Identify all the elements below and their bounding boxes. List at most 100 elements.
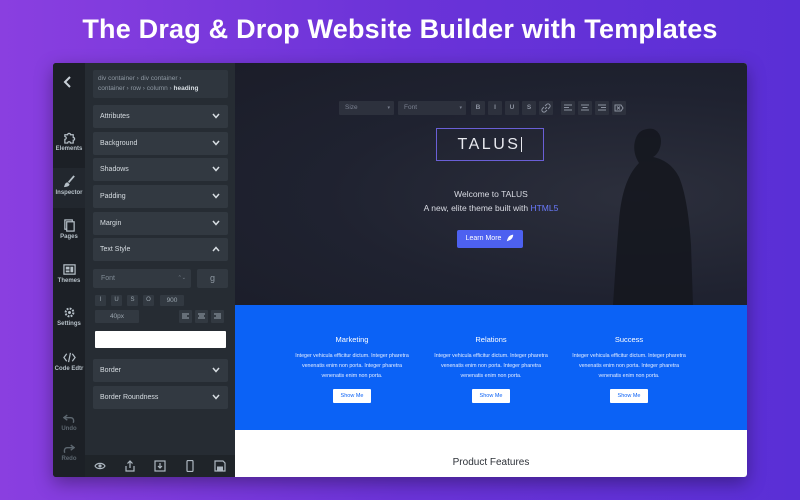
align-right-icon (214, 313, 221, 319)
font-select-canvas[interactable]: Font ▾ (398, 101, 466, 115)
size-select-label: Size (345, 104, 358, 111)
section-padding[interactable]: Padding (93, 185, 228, 208)
rail-code-editor[interactable]: Code Edtr (53, 351, 85, 372)
italic-button-canvas[interactable]: I (488, 101, 502, 115)
align-center-button-canvas[interactable] (578, 101, 592, 115)
section-shadows-label: Shadows (100, 166, 129, 173)
show-me-button[interactable]: Show Me (472, 389, 510, 403)
learn-more-button[interactable]: Learn More (457, 230, 523, 248)
link-icon (541, 103, 551, 113)
outline-button[interactable]: O (143, 295, 154, 306)
section-border-roundness[interactable]: Border Roundness (93, 386, 228, 409)
feature-text: Integer vehicula efficitur dictum. Integ… (295, 353, 409, 379)
canvas-preview: Size ▾ Font ▾ B I U S TALUS Welcome to T… (235, 63, 747, 477)
selected-heading[interactable]: TALUS (436, 128, 544, 161)
mobile-preview-button[interactable] (175, 455, 205, 477)
feature-card: Success Integer vehicula efficitur dictu… (568, 305, 690, 403)
feature-text: Integer vehicula efficitur dictum. Integ… (434, 353, 548, 379)
rail-inspector[interactable]: Inspector (53, 168, 85, 208)
underline-button[interactable]: U (111, 295, 122, 306)
size-select[interactable]: Size ▾ (339, 101, 394, 115)
feature-title: Marketing (335, 335, 369, 344)
section-text-style[interactable]: Text Style (93, 238, 228, 261)
section-background-label: Background (100, 140, 138, 147)
select-caret-icon: ▾ (387, 105, 390, 111)
share-button[interactable] (115, 455, 145, 477)
clear-format-button[interactable] (612, 101, 626, 115)
page-headline: The Drag & Drop Website Builder with Tem… (82, 14, 718, 44)
section-margin-label: Margin (100, 220, 122, 227)
section-border[interactable]: Border (93, 359, 228, 382)
align-right-button-canvas[interactable] (595, 101, 609, 115)
section-padding-label: Padding (100, 193, 126, 200)
rail-elements[interactable]: Elements (53, 131, 85, 152)
rail-redo-label: Redo (61, 456, 77, 462)
brush-icon (63, 175, 75, 188)
chevron-down-icon (212, 394, 220, 400)
breadcrumb-line-2: container › row › column › (98, 85, 172, 92)
align-center-button[interactable] (195, 310, 208, 323)
breadcrumb-current: heading (173, 85, 199, 92)
rail-pages[interactable]: Pages (53, 219, 85, 240)
align-left-icon (564, 104, 572, 111)
font-select[interactable]: Font ⌃⌄ (93, 269, 191, 288)
section-attributes[interactable]: Attributes (93, 105, 228, 128)
inspector-panel: div container › div container › containe… (85, 63, 235, 477)
feature-title: Relations (475, 335, 507, 344)
strike-button-canvas[interactable]: S (522, 101, 536, 115)
puzzle-icon (63, 132, 75, 144)
show-me-button[interactable]: Show Me (333, 389, 371, 403)
icon-rail: Elements Inspector Pages Themes Settings… (53, 63, 85, 477)
chevron-down-icon (212, 166, 220, 172)
font-select-value: Font (101, 275, 116, 282)
google-fonts-button[interactable]: g (197, 269, 228, 288)
rail-redo[interactable]: Redo (53, 443, 85, 462)
preview-button[interactable] (85, 455, 115, 477)
back-chevron-icon[interactable] (62, 75, 74, 94)
italic-button[interactable]: I (95, 295, 106, 306)
underline-button-canvas[interactable]: U (505, 101, 519, 115)
section-margin[interactable]: Margin (93, 212, 228, 235)
rail-themes[interactable]: Themes (53, 263, 85, 284)
export-icon (154, 460, 166, 472)
link-button[interactable] (539, 101, 553, 115)
rail-elements-label: Elements (55, 146, 83, 152)
share-icon (125, 460, 135, 472)
features-section: Marketing Integer vehicula efficitur dic… (235, 305, 747, 430)
save-button[interactable] (205, 455, 235, 477)
rail-settings-label: Settings (57, 321, 81, 327)
align-left-button[interactable] (179, 310, 192, 323)
rail-undo[interactable]: Undo (53, 413, 85, 432)
show-me-button[interactable]: Show Me (610, 389, 648, 403)
rail-settings[interactable]: Settings (53, 306, 85, 327)
brand-text: TALUS (457, 136, 521, 153)
rail-code-editor-label: Code Edtr (54, 366, 84, 372)
section-background[interactable]: Background (93, 132, 228, 155)
align-center-icon (581, 104, 589, 111)
section-text-style-label: Text Style (100, 246, 131, 253)
align-right-button[interactable] (211, 310, 224, 323)
pages-icon (63, 219, 75, 232)
gear-icon (64, 307, 74, 318)
select-caret-icon: ⌃⌄ (177, 275, 186, 281)
rail-undo-label: Undo (61, 426, 77, 432)
align-left-button-canvas[interactable] (561, 101, 575, 115)
hero-tagline: A new, elite theme built with HTML5 (235, 203, 747, 213)
breadcrumb[interactable]: div container › div container › containe… (93, 70, 228, 98)
chevron-down-icon (212, 367, 220, 373)
font-size-field[interactable]: 40px (95, 310, 139, 323)
bold-button[interactable]: B (471, 101, 485, 115)
feature-card: Marketing Integer vehicula efficitur dic… (291, 305, 413, 403)
align-right-icon (598, 104, 606, 111)
strikethrough-button[interactable]: S (127, 295, 138, 306)
section-shadows[interactable]: Shadows (93, 158, 228, 181)
text-color-swatch[interactable] (95, 331, 226, 348)
font-weight-field[interactable]: 900 (160, 295, 184, 306)
section-border-label: Border (100, 367, 122, 374)
breadcrumb-line-1: div container › div container › (98, 75, 182, 82)
rail-pages-label: Pages (60, 234, 78, 240)
text-cursor (521, 137, 523, 153)
export-button[interactable] (145, 455, 175, 477)
undo-icon (63, 414, 75, 424)
hero-section[interactable]: Size ▾ Font ▾ B I U S TALUS Welcome to T… (235, 63, 747, 305)
